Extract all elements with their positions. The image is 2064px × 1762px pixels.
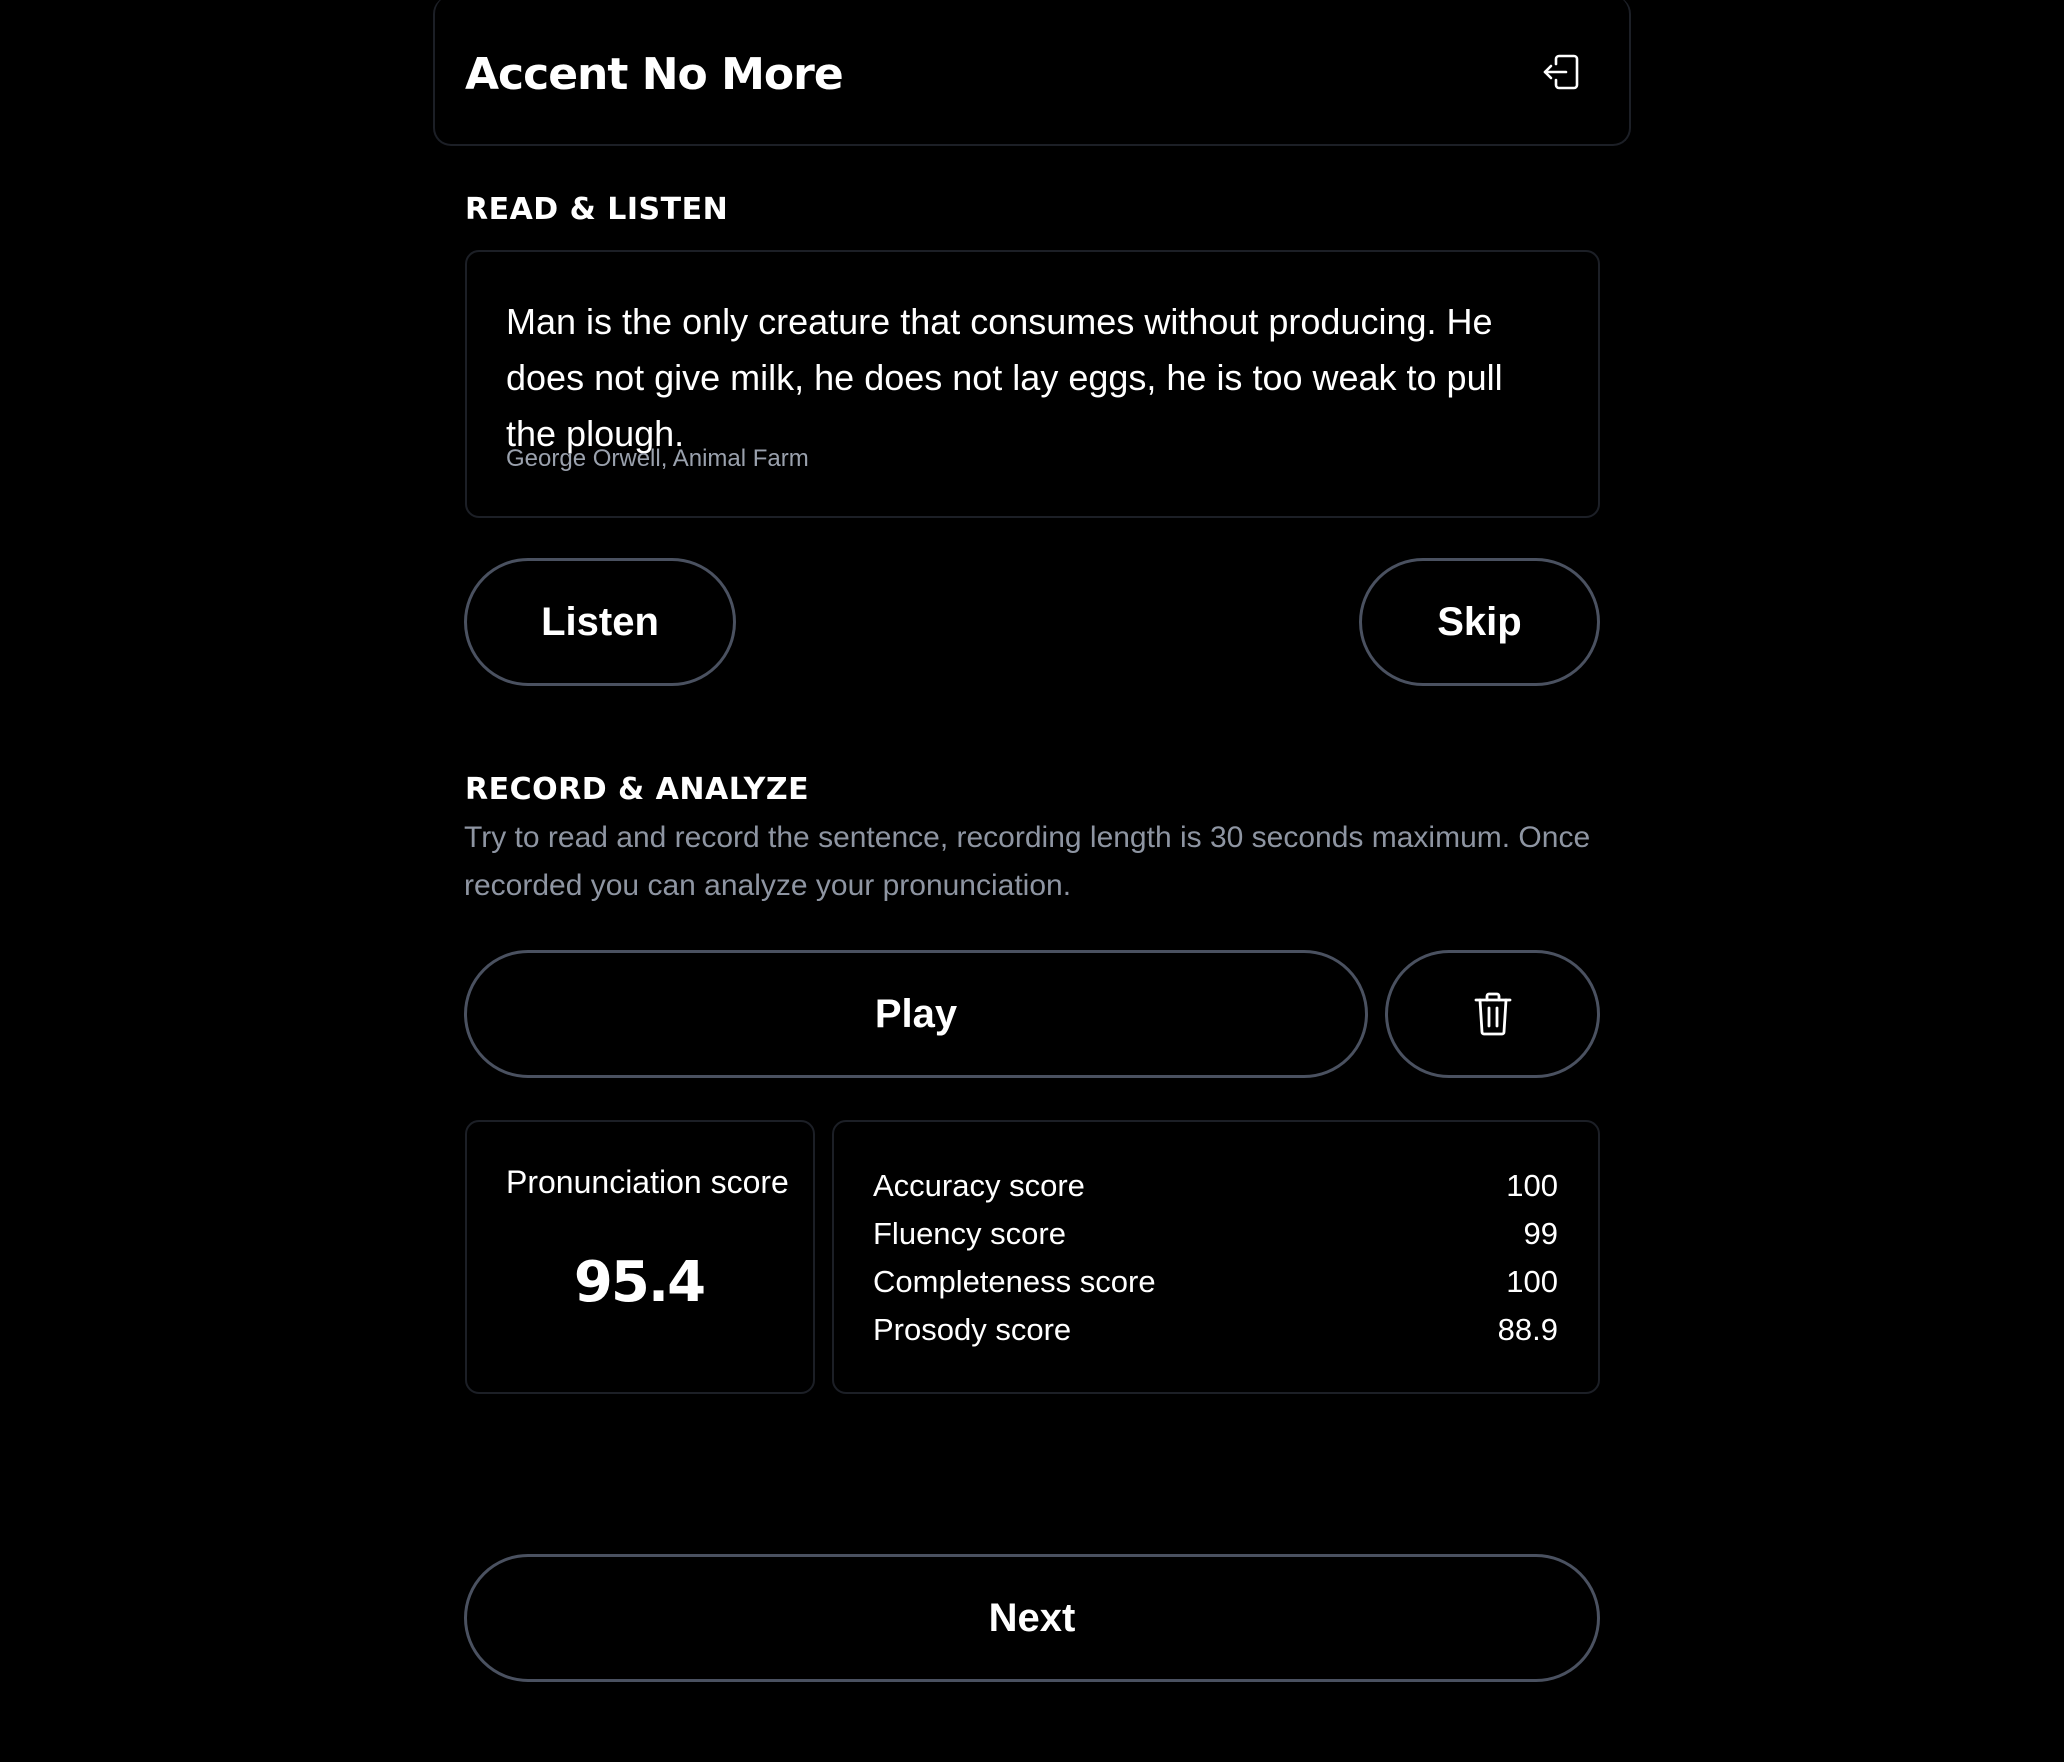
metric-label: Completeness score (873, 1264, 1156, 1299)
metric-label: Fluency score (873, 1216, 1066, 1251)
pronunciation-score-value: 95.4 (573, 1250, 706, 1315)
play-button[interactable]: Play (464, 950, 1368, 1078)
prosody-score-row: Prosody score 88.9 (873, 1306, 1558, 1354)
fluency-score-row: Fluency score 99 (873, 1210, 1558, 1258)
listen-button-label: Listen (541, 599, 659, 644)
play-button-label: Play (874, 991, 958, 1036)
next-button-label: Next (988, 1595, 1076, 1640)
next-button[interactable]: Next (464, 1554, 1600, 1682)
trash-icon (1474, 992, 1511, 1036)
record-analyze-heading: RECORD & ANALYZE (465, 772, 810, 807)
metric-value: 100 (1506, 1168, 1558, 1203)
listen-button[interactable]: Listen (464, 558, 736, 686)
skip-button-label: Skip (1437, 599, 1522, 644)
score-breakdown-list: Accuracy score 100 Fluency score 99 Comp… (873, 1162, 1558, 1354)
read-listen-heading: READ & LISTEN (465, 192, 729, 227)
quote-text: Man is the only creature that consumes w… (506, 301, 1503, 454)
quote-source: George Orwell, Animal Farm (506, 445, 809, 472)
app-title: Accent No More (465, 49, 844, 100)
metric-value: 88.9 (1497, 1312, 1558, 1347)
metric-value: 100 (1506, 1264, 1558, 1299)
logout-button[interactable] (1540, 50, 1584, 94)
metric-label: Prosody score (873, 1312, 1072, 1347)
metric-label: Accuracy score (873, 1168, 1085, 1203)
pronunciation-score-label: Pronunciation score (506, 1164, 789, 1200)
skip-button[interactable]: Skip (1359, 558, 1600, 686)
accuracy-score-row: Accuracy score 100 (873, 1162, 1558, 1210)
metric-value: 99 (1523, 1216, 1558, 1251)
record-description: Try to read and record the sentence, rec… (464, 821, 1591, 902)
delete-recording-button[interactable] (1385, 950, 1600, 1078)
completeness-score-row: Completeness score 100 (873, 1258, 1558, 1306)
logout-icon (1543, 54, 1579, 90)
